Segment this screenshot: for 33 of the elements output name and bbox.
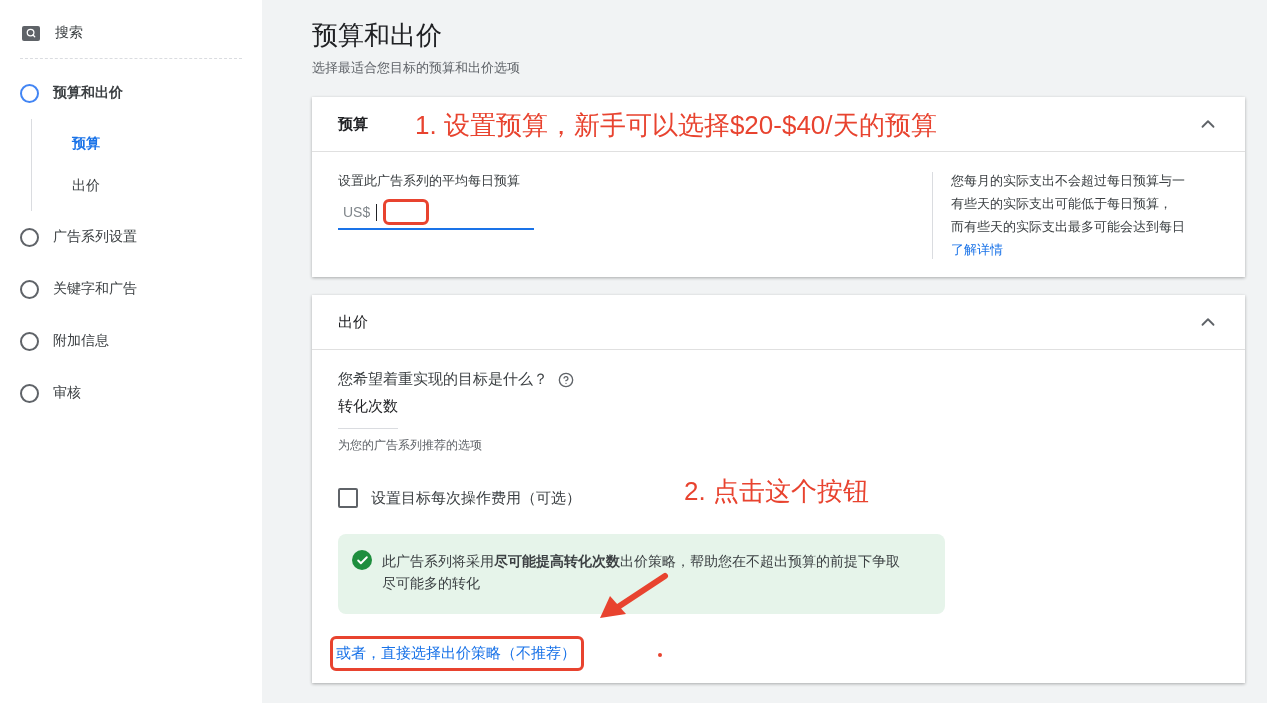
- checkbox[interactable]: [338, 488, 358, 508]
- annotation-label: 1. 设置预算，新手可以选择$20-$40/天的预算: [415, 109, 937, 142]
- page-title: 预算和出价: [312, 19, 443, 52]
- step-item[interactable]: 审核: [53, 384, 81, 402]
- checkbox-label[interactable]: 设置目标每次操作费用（可选）: [371, 488, 581, 508]
- annotation-box: [383, 199, 430, 225]
- help-icon[interactable]: [558, 371, 574, 388]
- step-item[interactable]: 附加信息: [53, 332, 109, 350]
- budget-input-field[interactable]: US$: [338, 196, 534, 230]
- notice-text: 此广告系列将采用尽可能提高转化次数出价策略，帮助您在不超出预算的前提下争取尽可能多的转化: [382, 552, 901, 593]
- question-label: 您希望着重实现的目标是什么？: [338, 370, 548, 389]
- page-subtitle: 选择最适合您目标的预算和出价选项: [312, 59, 521, 77]
- annotation-dot: [658, 653, 662, 657]
- field-label: 设置此广告系列的平均每日预算: [338, 172, 521, 190]
- help-text: 有些天的实际支出可能低于每日预算，: [951, 196, 1173, 213]
- substep-item[interactable]: 预算: [32, 123, 242, 165]
- search-label[interactable]: 搜索: [55, 24, 83, 42]
- step-item[interactable]: 广告系列设置: [53, 228, 137, 246]
- check-circle-icon: [352, 550, 372, 570]
- substep-item[interactable]: 出价: [32, 165, 242, 207]
- help-text: 而有些天的实际支出最多可能会达到每日: [951, 219, 1186, 236]
- card-title: 出价: [338, 312, 368, 332]
- help-text: 您每月的实际支出不会超过每日预算与一: [951, 173, 1186, 190]
- hint-text: 为您的广告系列推荐的选项: [338, 437, 482, 454]
- goal-dropdown[interactable]: 转化次数: [338, 389, 398, 429]
- learn-more-link[interactable]: 了解详情: [951, 241, 1003, 259]
- search-icon[interactable]: [22, 25, 40, 41]
- step-item[interactable]: 预算和出价: [53, 84, 123, 102]
- card-title: 预算: [338, 114, 368, 134]
- annotation-arrow: [600, 573, 668, 618]
- step-item[interactable]: 关键字和广告: [53, 280, 137, 298]
- bid-strategy-link[interactable]: 或者，直接选择出价策略（不推荐）: [336, 644, 576, 663]
- annotation-label: 2. 点击这个按钮: [684, 475, 869, 508]
